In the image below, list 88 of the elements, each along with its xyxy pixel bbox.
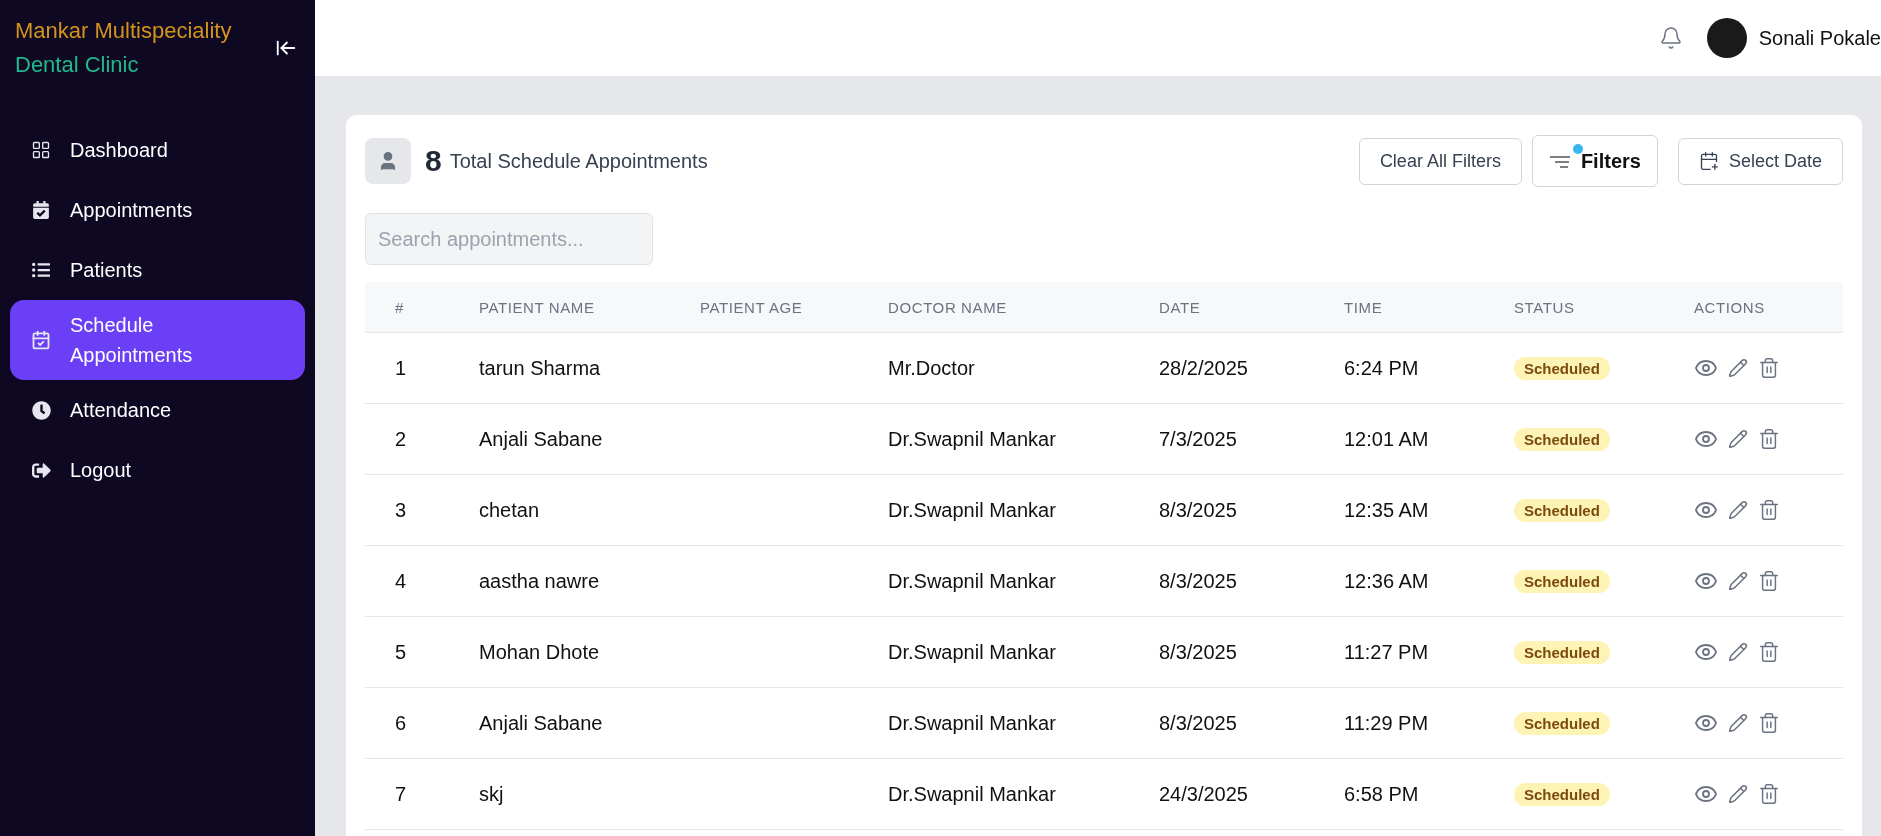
select-date-button[interactable]: Select Date bbox=[1677, 137, 1843, 185]
column-header: TIME bbox=[1344, 298, 1384, 316]
bell-icon[interactable] bbox=[1658, 26, 1683, 50]
table-cell: 4 bbox=[395, 569, 407, 593]
table-cell: Dr.Swapnil Mankar bbox=[888, 569, 1056, 593]
table-cell: 8/3/2025 bbox=[1159, 640, 1237, 664]
grid-icon bbox=[30, 139, 52, 161]
column-header: # bbox=[395, 298, 405, 316]
table-cell: 12:35 AM bbox=[1344, 498, 1429, 522]
sidebar-item[interactable]: Patients bbox=[10, 240, 305, 300]
delete-icon[interactable] bbox=[1758, 712, 1780, 734]
status-badge: Scheduled bbox=[1514, 427, 1610, 451]
sidebar-item[interactable]: Logout bbox=[10, 440, 305, 500]
table-cell: 8/3/2025 bbox=[1159, 569, 1237, 593]
table-cell: 6 bbox=[395, 711, 407, 735]
search-field[interactable]: Search appointments... bbox=[365, 213, 653, 265]
column-header: STATUS bbox=[1514, 298, 1576, 316]
table-cell: 2 bbox=[395, 427, 407, 451]
edit-icon[interactable] bbox=[1728, 500, 1748, 520]
table-cell: Dr.Swapnil Mankar bbox=[888, 782, 1056, 806]
calendar-check-icon bbox=[30, 199, 52, 221]
delete-icon[interactable] bbox=[1758, 570, 1780, 592]
table-cell: Dr.Swapnil Mankar bbox=[888, 640, 1056, 664]
delete-icon[interactable] bbox=[1758, 357, 1780, 379]
clock-icon bbox=[30, 399, 52, 421]
status-badge: Scheduled bbox=[1514, 782, 1610, 806]
status-badge: Scheduled bbox=[1514, 498, 1610, 522]
table-cell: Anjali Sabane bbox=[479, 427, 603, 451]
summary-label: Total Schedule Appointments bbox=[449, 149, 708, 173]
sidebar-item[interactable]: Schedule Appointments bbox=[10, 300, 305, 380]
table-cell: chetan bbox=[479, 498, 540, 522]
table-cell: aastha nawre bbox=[479, 569, 600, 593]
delete-icon[interactable] bbox=[1758, 428, 1780, 450]
table-cell: 7/3/2025 bbox=[1159, 427, 1237, 451]
filters-button[interactable]: Filters bbox=[1531, 135, 1658, 187]
table-cell: 28/2/2025 bbox=[1159, 356, 1248, 380]
delete-icon[interactable] bbox=[1758, 499, 1780, 521]
edit-icon[interactable] bbox=[1728, 571, 1748, 591]
table-cell: skj bbox=[479, 782, 504, 806]
sidebar-item[interactable]: Attendance bbox=[10, 380, 305, 440]
status-badge: Scheduled bbox=[1514, 640, 1610, 664]
column-header: PATIENT NAME bbox=[479, 298, 596, 316]
status-badge: Scheduled bbox=[1514, 569, 1610, 593]
table-cell: 3 bbox=[395, 498, 407, 522]
table-cell: 7 bbox=[395, 782, 407, 806]
edit-icon[interactable] bbox=[1728, 358, 1748, 378]
sidebar-item[interactable]: Appointments bbox=[10, 180, 305, 240]
edit-icon[interactable] bbox=[1728, 429, 1748, 449]
status-badge: Scheduled bbox=[1514, 356, 1610, 380]
table-cell: Mohan Dhote bbox=[479, 640, 600, 664]
table-cell: Dr.Swapnil Mankar bbox=[888, 427, 1056, 451]
user-name: Sonali Pokale bbox=[1758, 26, 1881, 50]
edit-icon[interactable] bbox=[1728, 713, 1748, 733]
table-cell: 11:29 PM bbox=[1344, 711, 1429, 735]
status-badge: Scheduled bbox=[1514, 711, 1610, 735]
appointment-count: 8 bbox=[425, 144, 442, 178]
table-cell: 12:01 AM bbox=[1344, 427, 1429, 451]
column-header: DATE bbox=[1159, 298, 1202, 316]
calendar-icon bbox=[1698, 151, 1719, 171]
column-header: PATIENT AGE bbox=[700, 298, 804, 316]
table-cell: 12:36 AM bbox=[1344, 569, 1429, 593]
table-cell: 6:24 PM bbox=[1344, 356, 1419, 380]
edit-icon[interactable] bbox=[1728, 642, 1748, 662]
avatar[interactable] bbox=[1706, 18, 1747, 58]
clinic-name: Dental Clinic bbox=[15, 52, 140, 78]
delete-icon[interactable] bbox=[1758, 641, 1780, 663]
table-cell: 6:58 PM bbox=[1344, 782, 1419, 806]
table-cell: Mr.Doctor bbox=[888, 356, 975, 380]
column-header: DOCTOR NAME bbox=[888, 298, 1008, 316]
table-cell: tarun Sharma bbox=[479, 356, 601, 380]
table-cell: Anjali Sabane bbox=[479, 711, 603, 735]
table-cell: 5 bbox=[395, 640, 407, 664]
table-cell: 8/3/2025 bbox=[1159, 711, 1237, 735]
table-cell: Dr.Swapnil Mankar bbox=[888, 711, 1056, 735]
table-cell: 11:27 PM bbox=[1344, 640, 1429, 664]
delete-icon[interactable] bbox=[1758, 783, 1780, 805]
table-cell: 1 bbox=[395, 356, 407, 380]
table-cell: 8/3/2025 bbox=[1159, 498, 1237, 522]
sidebar-item[interactable]: Dashboard bbox=[10, 120, 305, 180]
calendar-check-icon bbox=[30, 329, 52, 351]
edit-icon[interactable] bbox=[1728, 784, 1748, 804]
filter-icon bbox=[1548, 153, 1571, 169]
person-icon bbox=[365, 138, 411, 184]
table-cell: Dr.Swapnil Mankar bbox=[888, 498, 1056, 522]
clinic-name: Mankar Multispeciality bbox=[15, 18, 232, 44]
clear-filters-button[interactable]: Clear All Filters bbox=[1358, 137, 1522, 185]
column-header: ACTIONS bbox=[1694, 298, 1766, 316]
table-cell: 24/3/2025 bbox=[1159, 782, 1248, 806]
